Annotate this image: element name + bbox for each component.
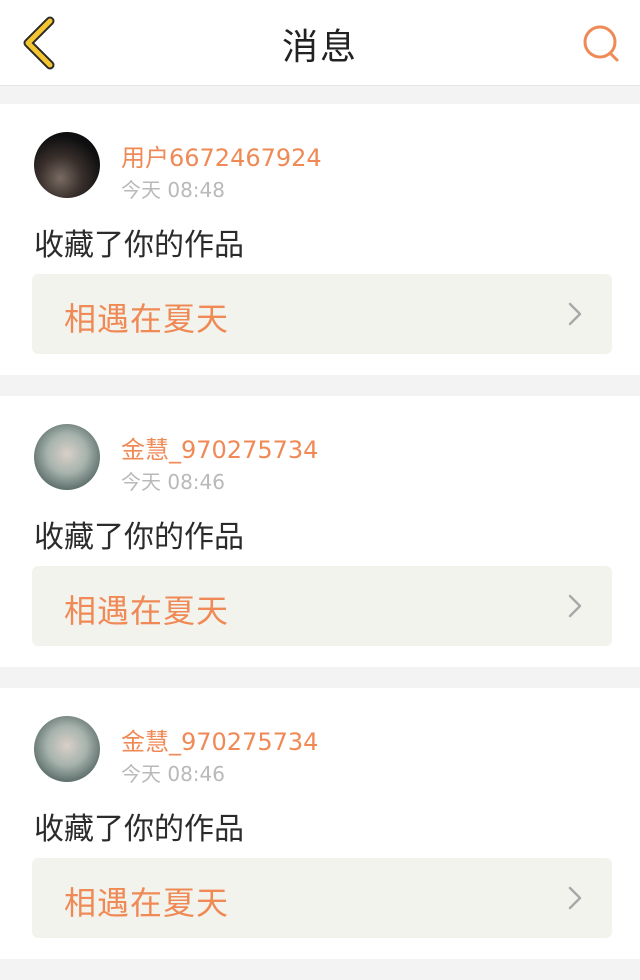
action-text: 收藏了你的作品: [34, 812, 244, 847]
message-card[interactable]: 用户6672467924 今天 08:48 收藏了你的作品 相遇在夏天: [0, 104, 640, 375]
chevron-right-icon: [568, 302, 582, 326]
avatar[interactable]: [34, 424, 100, 490]
action-text: 收藏了你的作品: [34, 520, 244, 555]
work-title: 相遇在夏天: [64, 300, 230, 338]
timestamp: 今天 08:46: [121, 762, 225, 786]
work-link[interactable]: 相遇在夏天: [32, 858, 612, 938]
username[interactable]: 用户6672467924: [121, 138, 322, 173]
search-icon: [583, 25, 619, 62]
chevron-right-icon: [568, 594, 582, 618]
chevron-right-icon: [568, 886, 582, 910]
work-link[interactable]: 相遇在夏天: [32, 566, 612, 646]
avatar[interactable]: [34, 716, 100, 782]
username[interactable]: 金慧_970275734: [121, 430, 318, 465]
message-list: 用户6672467924 今天 08:48 收藏了你的作品 相遇在夏天 金慧_9…: [0, 104, 640, 980]
avatar[interactable]: [34, 132, 100, 198]
timestamp: 今天 08:46: [121, 470, 225, 494]
username[interactable]: 金慧_970275734: [121, 722, 318, 757]
message-card[interactable]: 金慧_970275734 今天 08:46 收藏了你的作品 相遇在夏天: [0, 688, 640, 959]
search-button[interactable]: [580, 22, 622, 64]
timestamp: 今天 08:48: [121, 178, 225, 202]
work-title: 相遇在夏天: [64, 592, 230, 630]
app-header: 消息: [0, 0, 640, 86]
action-text: 收藏了你的作品: [34, 228, 244, 263]
message-card[interactable]: 金慧_970275734 今天 08:46 收藏了你的作品 相遇在夏天: [0, 396, 640, 667]
work-link[interactable]: 相遇在夏天: [32, 274, 612, 354]
work-title: 相遇在夏天: [64, 884, 230, 922]
page-title: 消息: [281, 27, 358, 68]
